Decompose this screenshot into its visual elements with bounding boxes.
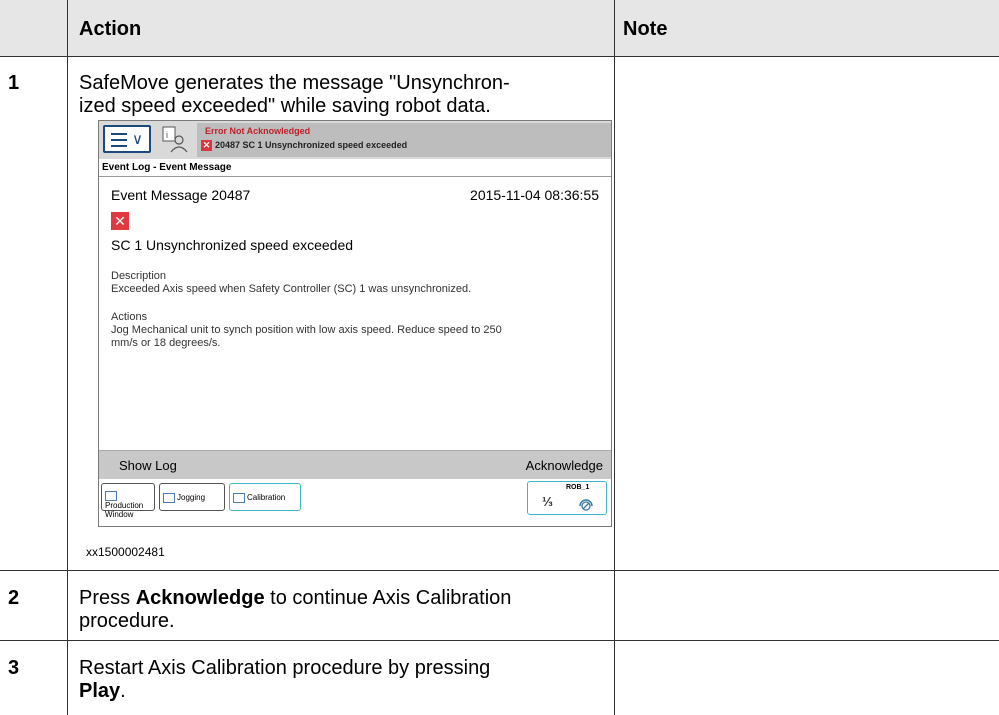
header-action: Action: [79, 18, 142, 40]
acknowledge-button[interactable]: Acknowledge: [526, 458, 603, 473]
row-divider-header: [0, 56, 999, 57]
event-message-screenshot: ∨ i Error Not Acknowledged ✕ 20487 SC 1 …: [98, 120, 612, 527]
event-timestamp: 2015-11-04 08:36:55: [470, 187, 599, 203]
status-message: 20487 SC 1 Unsynchronized speed exceeded: [215, 140, 408, 150]
taskbar: Production Window Jogging Calibration RO…: [99, 479, 611, 526]
command-bar: Show Log Acknowledge: [99, 450, 611, 479]
status-alert[interactable]: Error Not Acknowledged ✕ 20487 SC 1 Unsy…: [197, 123, 611, 157]
step-3-action-line1: Restart Axis Calibration procedure by pr…: [79, 657, 491, 679]
step-3-action-line2: Play.: [79, 680, 126, 702]
breadcrumb-divider: [99, 176, 611, 177]
main-menu-button[interactable]: ∨: [103, 125, 151, 153]
tab-production-label-2: Window: [105, 510, 134, 519]
step-2-action-line2: procedure.: [79, 610, 175, 632]
tab-jogging-label: Jogging: [177, 493, 206, 503]
status-title: Error Not Acknowledged: [205, 126, 311, 136]
tab-calibration-label: Calibration: [247, 493, 286, 503]
event-headline: SC 1 Unsynchronized speed exceeded: [111, 237, 354, 253]
figure-caption: xx1500002481: [86, 545, 165, 559]
error-x-icon: ✕: [201, 140, 212, 151]
actions-label: Actions: [111, 311, 148, 323]
step-number-3: 3: [8, 657, 20, 679]
breadcrumb: Event Log - Event Message: [102, 162, 232, 173]
speed-dial-icon: [579, 499, 593, 511]
production-window-icon: [105, 491, 117, 501]
step-number-2: 2: [8, 587, 20, 609]
calibration-icon: [233, 493, 245, 503]
table-header-background: [0, 0, 999, 56]
svg-text:i: i: [166, 130, 168, 140]
step-2-bold: Acknowledge: [135, 587, 265, 609]
tab-production-window[interactable]: Production Window: [101, 483, 155, 519]
step-1-action-line2: ized speed exceeded" while saving robot …: [79, 95, 491, 117]
error-x-icon: ✕: [111, 212, 129, 230]
step-1-action-line1: SafeMove generates the message "Unsynchr…: [79, 72, 510, 94]
chevron-down-icon: ∨: [132, 131, 143, 148]
row-divider-2: [0, 640, 999, 641]
step-2-suffix: to continue Axis Calibration: [264, 587, 512, 609]
step-number-1: 1: [8, 72, 20, 94]
step-3-bold: Play: [79, 680, 121, 702]
event-title: Event Message 20487: [111, 187, 251, 203]
column-divider-step: [67, 0, 68, 715]
column-divider-action: [614, 0, 615, 715]
hamburger-menu-icon: [111, 133, 127, 151]
step-2-prefix: Press: [79, 587, 136, 609]
step-3-suffix: .: [120, 680, 126, 702]
speed-fraction: ⅓: [542, 494, 553, 509]
description-text: Exceeded Axis speed when Safety Controll…: [111, 283, 472, 295]
description-label: Description: [111, 270, 167, 282]
tab-jogging[interactable]: Jogging: [159, 483, 225, 511]
row-divider-1: [0, 570, 999, 571]
header-note: Note: [623, 18, 668, 40]
tab-calibration[interactable]: Calibration: [229, 483, 301, 511]
quickset-button[interactable]: ROB_1 ⅓: [527, 481, 607, 515]
step-2-action-line1: Press Acknowledge to continue Axis Calib…: [79, 587, 609, 609]
actions-text-line2: mm/s or 18 degrees/s.: [111, 337, 221, 349]
tab-production-label-1: Production: [105, 501, 144, 510]
person-info-icon[interactable]: i: [161, 125, 189, 153]
show-log-button[interactable]: Show Log: [119, 458, 177, 473]
jogging-icon: [163, 493, 175, 503]
robot-name: ROB_1: [566, 484, 590, 491]
actions-text-line1: Jog Mechanical unit to synch position wi…: [111, 324, 502, 336]
